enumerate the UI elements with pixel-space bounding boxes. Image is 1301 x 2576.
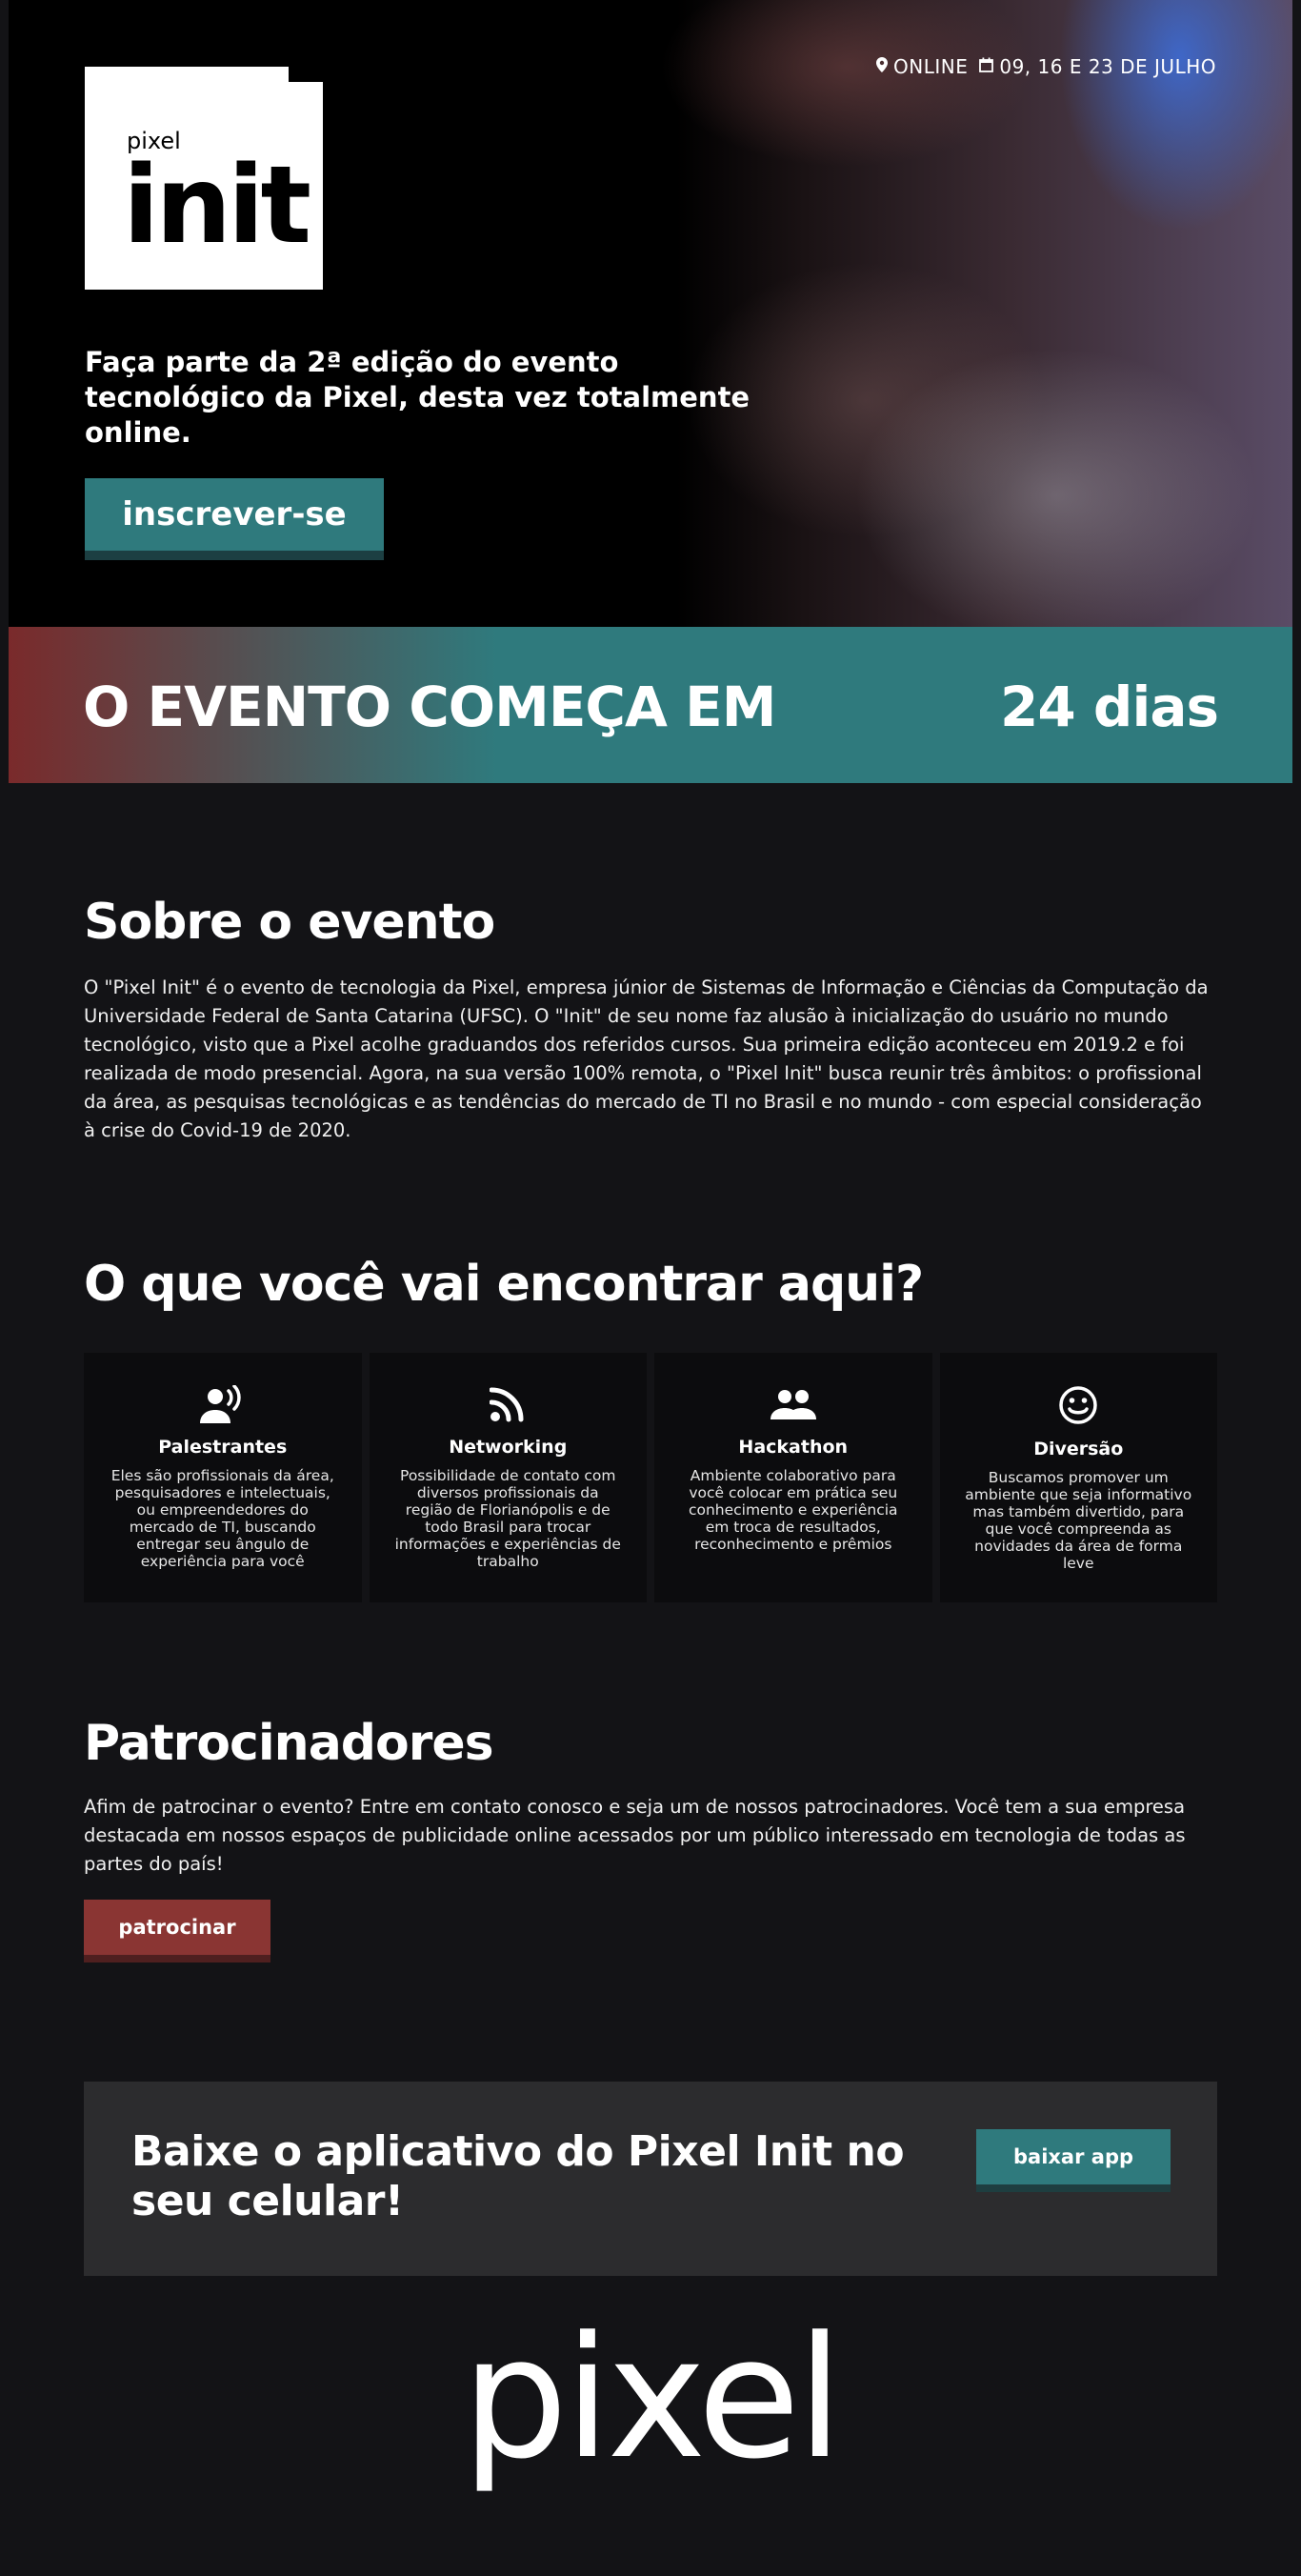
sponsors-text: Afim de patrocinar o evento? Entre em co… [84,1796,1186,1875]
register-button[interactable]: inscrever-se [85,478,384,551]
feature-card-title: Networking [449,1437,568,1458]
hero-tagline: Faça parte da 2ª edição do evento tecnol… [85,346,751,449]
people-icon [654,1385,932,1423]
countdown-value: 24 dias [1000,674,1219,739]
feature-card-desc: Eles são profissionais da área, pesquisa… [110,1467,334,1570]
speaker-person-icon [84,1385,362,1423]
countdown-label: O EVENTO COMEÇA EM [83,674,776,739]
feature-card-title: Hackathon [738,1437,849,1458]
about-text: O "Pixel Init" é o evento de tecnologia … [84,976,1209,1141]
event-dates: 09, 16 E 23 DE JULHO [999,55,1216,78]
app-download-title: Baixe o aplicativo do Pixel Init no seu … [131,2127,905,2225]
download-app-button[interactable]: baixar app [976,2129,1171,2184]
feature-card-desc: Buscamos promover um ambiente que seja i… [965,1469,1192,1572]
event-location: ONLINE [893,55,969,78]
logo-big-text: init [123,144,311,268]
feature-card-title: Diversão [1033,1439,1124,1459]
features-title: O que você vai encontrar aqui? [84,1256,924,1313]
hero-banner: ONLINE 09, 16 E 23 DE JULHO pixel init F… [9,0,1292,627]
feature-card-networking: Networking Possibilidade de contato com … [369,1353,648,1602]
feature-card-hackathon: Hackathon Ambiente colaborativo para voc… [654,1353,932,1602]
features-cards: Palestrantes Eles são profissionais da á… [84,1353,1217,1602]
feature-card-desc: Possibilidade de contato com diversos pr… [394,1467,621,1570]
feature-card-palestrantes: Palestrantes Eles são profissionais da á… [84,1353,362,1602]
smile-icon [940,1385,1218,1425]
sponsor-button[interactable]: patrocinar [84,1900,270,1955]
countdown-banner: O EVENTO COMEÇA EM 24 dias [9,627,1292,783]
about-title: Sobre o evento [84,894,495,951]
pixel-init-logo: pixel init [85,67,323,290]
app-download-box: Baixe o aplicativo do Pixel Init no seu … [84,2082,1217,2276]
rss-icon [370,1385,648,1423]
calendar-icon [979,57,994,77]
event-meta: ONLINE 09, 16 E 23 DE JULHO [876,55,1216,78]
feature-card-diversao: Diversão Buscamos promover um ambiente q… [939,1353,1218,1602]
feature-card-desc: Ambiente colaborativo para você colocar … [688,1467,898,1553]
feature-card-title: Palestrantes [158,1437,288,1458]
sponsors-title: Patrocinadores [84,1715,494,1772]
page: ONLINE 09, 16 E 23 DE JULHO pixel init F… [0,0,1301,2576]
map-pin-icon [876,56,889,77]
pixel-footer-logo: pixel [461,2301,844,2496]
